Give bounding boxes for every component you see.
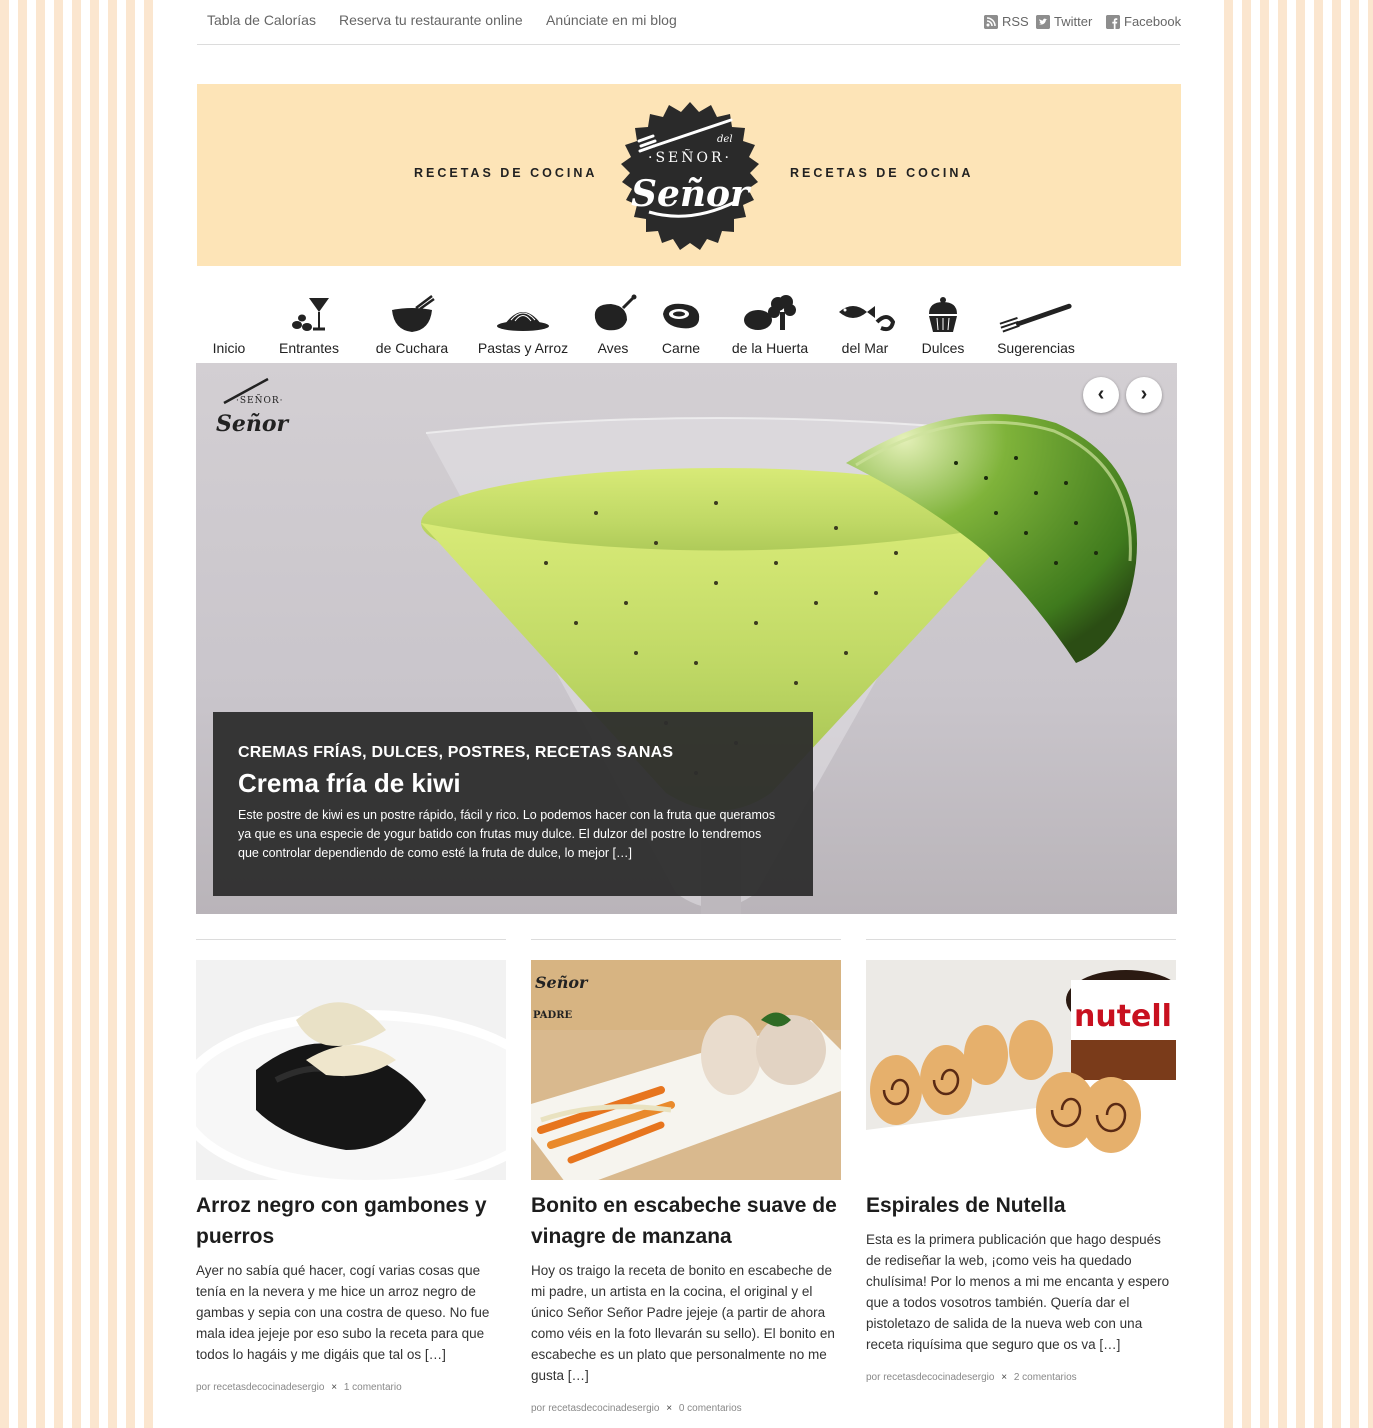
post-comments[interactable]: 2 comentarios — [1014, 1372, 1077, 1383]
nav-sugerencias[interactable]: Sugerencias — [995, 290, 1077, 356]
post-excerpt: Hoy os traigo la receta de bonito en esc… — [531, 1263, 835, 1383]
chevron-right-icon: › — [1140, 383, 1148, 405]
svg-text:Señor: Señor — [535, 973, 589, 992]
logo-senor-caps: ·SEÑOR· — [648, 148, 732, 166]
slide-excerpt: Este postre de kiwi es un postre rápido,… — [238, 808, 776, 860]
post-meta: por recetasdecocinadesergio × 1 comentar… — [196, 1382, 402, 1393]
post-meta: por recetasdecocinadesergio × 2 comentar… — [866, 1372, 1077, 1383]
nav-aves-label: Aves — [597, 340, 629, 356]
slide-caption: CREMAS FRÍAS, DULCES, POSTRES, RECETAS S… — [213, 712, 813, 896]
rss-label: RSS — [1002, 14, 1029, 29]
nav-carne[interactable]: Carne — [655, 290, 707, 356]
post-excerpt: Ayer no sabía qué hacer, cogí varias cos… — [196, 1263, 490, 1362]
post-comments[interactable]: 1 comentario — [344, 1382, 402, 1393]
twitter-link[interactable]: Twitter — [1036, 14, 1092, 29]
site-banner[interactable]: RECETAS DE COCINA RECETAS DE COCINA del … — [197, 84, 1181, 266]
post-thumbnail[interactable]: Señor PADRE — [531, 960, 841, 1180]
nav-inicio[interactable]: Inicio — [207, 290, 251, 356]
chevron-left-icon: ‹ — [1097, 383, 1105, 405]
post-divider — [196, 939, 506, 940]
bowl-chopsticks-icon — [392, 295, 435, 332]
svg-text:Señor: Señor — [216, 411, 290, 437]
slide-categories[interactable]: CREMAS FRÍAS, DULCES, POSTRES, RECETAS S… — [238, 744, 673, 762]
post-meta-separator: × — [331, 1382, 338, 1393]
logo-del: del — [717, 134, 733, 145]
top-bar: Tabla de Calorías Reserva tu restaurante… — [197, 0, 1181, 45]
nav-del-mar[interactable]: del Mar — [833, 290, 897, 356]
twitter-label: Twitter — [1054, 14, 1093, 29]
vegetables-icon — [744, 295, 796, 330]
page: Tabla de Calorías Reserva tu restaurante… — [156, 0, 1217, 1428]
site-logo[interactable]: del ·SEÑOR· Señor — [599, 84, 781, 266]
link-tabla-calorias[interactable]: Tabla de Calorías — [207, 12, 316, 28]
featured-slider[interactable]: ·SEÑOR· Señor ‹ › CREMAS FRÍAS, DULCES, … — [196, 363, 1177, 914]
cocktail-olives-icon — [292, 298, 329, 331]
post-author[interactable]: por recetasdecocinadesergio — [531, 1403, 659, 1414]
post-divider — [531, 939, 841, 940]
slider-next-button[interactable]: › — [1126, 377, 1162, 413]
nav-del-mar-label: del Mar — [841, 340, 889, 356]
banner-right-text: RECETAS DE COCINA — [790, 166, 974, 180]
post-meta: por recetasdecocinadesergio × 0 comentar… — [531, 1403, 742, 1414]
twitter-icon — [1036, 14, 1050, 29]
facebook-icon — [1106, 14, 1120, 29]
post-author[interactable]: por recetasdecocinadesergio — [866, 1372, 994, 1383]
fork-icon — [999, 303, 1072, 333]
nav-dulces-label: Dulces — [921, 340, 965, 356]
nav-dulces[interactable]: Dulces — [915, 290, 971, 356]
pasta-plate-icon — [497, 312, 549, 331]
link-anunciate[interactable]: Anúnciate en mi blog — [546, 12, 677, 28]
svg-text:·SEÑOR·: ·SEÑOR· — [236, 394, 284, 406]
rss-link[interactable]: RSS — [984, 14, 1029, 29]
svg-text:PADRE: PADRE — [533, 1010, 573, 1021]
nav-carne-label: Carne — [661, 340, 701, 356]
rss-icon — [984, 14, 998, 29]
nav-de-cuchara[interactable]: de Cuchara — [367, 290, 457, 356]
post-excerpt: Esta es la primera publicación que hago … — [866, 1232, 1170, 1352]
watermark-senor-logo: ·SEÑOR· Señor — [216, 377, 290, 437]
post-title[interactable]: Bonito en escabeche suave de vinagre de … — [531, 1190, 841, 1252]
nav-de-la-huerta[interactable]: de la Huerta — [727, 290, 813, 356]
steak-icon — [663, 303, 700, 329]
facebook-label: Facebook — [1124, 14, 1182, 29]
logo-senor-script: Señor — [631, 173, 752, 215]
post-title[interactable]: Espirales de Nutella — [866, 1190, 1176, 1221]
post-meta-separator: × — [666, 1403, 673, 1414]
nav-de-cuchara-label: de Cuchara — [375, 340, 449, 356]
nav-de-la-huerta-label: de la Huerta — [731, 340, 809, 356]
nav-entrantes[interactable]: Entrantes — [277, 290, 341, 356]
post-divider — [866, 939, 1176, 940]
banner-left-text: RECETAS DE COCINA — [414, 166, 598, 180]
nav-pastas-arroz-label: Pastas y Arroz — [477, 340, 569, 356]
nav-sugerencias-label: Sugerencias — [997, 340, 1075, 356]
fish-shrimp-icon — [839, 306, 895, 332]
svg-text:nutell: nutell — [1074, 999, 1172, 1034]
post-thumbnail[interactable] — [196, 960, 506, 1180]
nav-pastas-arroz[interactable]: Pastas y Arroz — [473, 290, 573, 356]
post-meta-separator: × — [1001, 1372, 1008, 1383]
slider-prev-button[interactable]: ‹ — [1083, 377, 1119, 413]
category-nav: Inicio Entrantes de Cuchara Pastas y Arr… — [197, 290, 1180, 360]
nav-aves[interactable]: Aves — [587, 290, 639, 356]
slide-title[interactable]: Crema fría de kiwi — [238, 768, 461, 799]
facebook-link[interactable]: Facebook — [1106, 14, 1181, 29]
post-author[interactable]: por recetasdecocinadesergio — [196, 1382, 324, 1393]
link-reserva-restaurante[interactable]: Reserva tu restaurante online — [339, 12, 523, 28]
nav-entrantes-label: Entrantes — [279, 340, 339, 356]
post-thumbnail[interactable]: nutell — [866, 960, 1176, 1180]
post-comments[interactable]: 0 comentarios — [679, 1403, 742, 1414]
chicken-leg-icon — [594, 294, 637, 331]
nav-inicio-label: Inicio — [212, 340, 246, 356]
cupcake-icon — [929, 297, 957, 332]
post-title[interactable]: Arroz negro con gambones y puerros — [196, 1190, 506, 1252]
